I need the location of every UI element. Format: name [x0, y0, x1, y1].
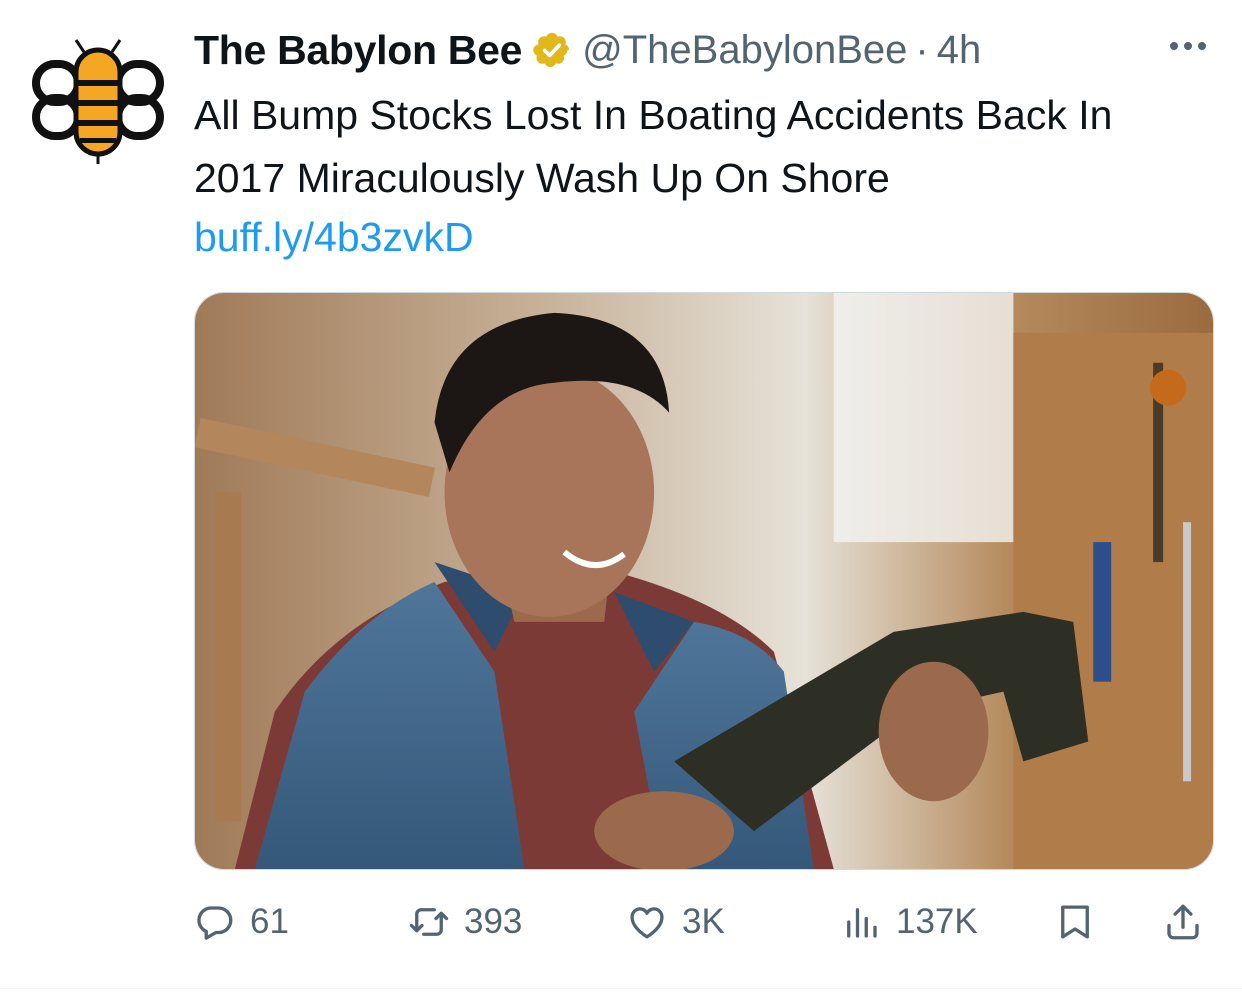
bookmark-button[interactable] [1054, 894, 1096, 950]
photo-man-holding-bump-stock [195, 293, 1213, 869]
tweet-media-image[interactable] [194, 292, 1214, 870]
babylon-bee-logo-icon [32, 39, 164, 164]
like-button[interactable]: 3K [626, 894, 725, 950]
tweet-timestamp[interactable]: 4h [937, 28, 982, 73]
views-button[interactable]: 137K [840, 894, 978, 950]
tweet-text: All Bump Stocks Lost In Boating Accident… [194, 92, 1113, 201]
tweet-header: The Babylon Bee @TheBabylonBee · 4h [194, 22, 981, 78]
verified-badge-icon [533, 32, 570, 68]
more-button[interactable] [1160, 26, 1216, 66]
views-count: 137K [896, 902, 978, 941]
repost-button[interactable]: 393 [408, 894, 522, 950]
share-button[interactable] [1162, 894, 1204, 950]
repost-icon [409, 908, 449, 936]
like-count: 3K [682, 902, 725, 941]
author-handle[interactable]: @TheBabylonBee [582, 28, 907, 73]
separator-dot: · [915, 27, 929, 72]
tweet-link[interactable]: buff.ly/4b3zvkD [194, 210, 474, 264]
like-icon [630, 907, 664, 939]
share-icon [1167, 904, 1199, 940]
reply-icon [197, 906, 233, 940]
reply-button[interactable]: 61 [194, 894, 289, 950]
avatar[interactable] [28, 30, 168, 170]
divider [0, 988, 1242, 989]
reply-count: 61 [250, 902, 289, 941]
bookmark-icon [1061, 905, 1089, 939]
tweet-actions: 61 393 3K 137K [194, 894, 1214, 950]
more-icon [1170, 42, 1178, 50]
views-icon [847, 908, 877, 938]
repost-count: 393 [464, 902, 523, 941]
author-name[interactable]: The Babylon Bee [194, 27, 522, 74]
